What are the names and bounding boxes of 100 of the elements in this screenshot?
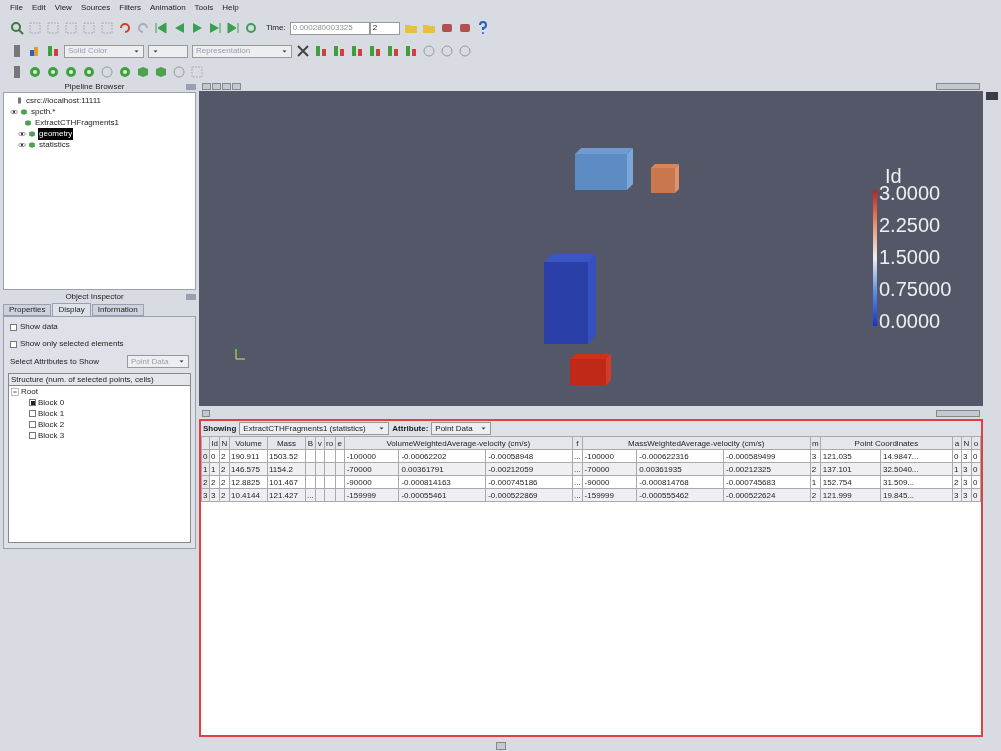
table-cell: 32.5040... [880,462,953,476]
table-cell: 152.754 [820,475,881,489]
tree-item[interactable]: Block 1 [38,407,65,420]
table-cell: ... [572,462,583,476]
tree-item[interactable]: Block 2 [38,418,65,431]
column-header[interactable]: o [971,436,981,450]
table-cell: 121.035 [820,449,881,463]
table-cell: 0 [971,449,981,463]
column-header[interactable]: v [315,436,325,450]
table-cell: 10.4144 [229,488,268,502]
table-cell: -0.000622316 [636,449,724,463]
table-cell: -0.000745683 [723,475,811,489]
column-header[interactable]: Id [209,436,220,450]
table-cell: -0.000814163 [398,475,486,489]
table-cell: ... [572,449,583,463]
menu-item[interactable]: View [54,2,72,14]
table-cell: -159999 [344,488,399,502]
row-header: 2 [201,475,210,489]
pipeline-item[interactable]: ExtractCTHFragments1 [34,116,121,129]
table-cell: ... [572,488,583,502]
menu-item[interactable]: Help [222,2,239,14]
table-cell: 1154.2 [267,462,306,476]
menu-item[interactable]: Filters [119,2,142,14]
menu-item[interactable]: Edit [31,2,46,14]
time-field[interactable]: 0.000280003325 [289,21,370,35]
table-cell: 2 [952,475,962,489]
tree-item[interactable]: Block 0 [38,396,65,409]
table-cell: -100000 [582,449,637,463]
pipeline-item[interactable]: spcth.* [30,105,57,118]
tree-item[interactable]: Block 3 [38,429,65,442]
source-dropdown[interactable]: ExtractCTHFragments1 (statistics) [239,422,390,435]
pipeline-item[interactable]: csrc://localhost:11111 [25,94,102,107]
table-cell: 0 [971,488,981,502]
column-header[interactable]: MassWeightedAverage-velocity (cm/s) [582,436,811,450]
table-cell: 0.00361791 [398,462,486,476]
table-cell: 14.9847... [880,449,953,463]
table-cell: 0 [952,449,962,463]
table-cell: 2 [209,475,220,489]
table-cell: 3 [961,462,972,476]
pipeline-item[interactable]: statistics [38,138,71,151]
column-header[interactable]: a [952,436,962,450]
column-header[interactable]: f [572,436,583,450]
option-label: Show data [20,321,58,333]
attribute-dropdown[interactable]: Point Data [431,422,492,435]
table-cell: 0 [209,449,220,463]
table-cell: ... [572,475,583,489]
column-header[interactable]: m [810,436,821,450]
table-cell: 3 [961,475,972,489]
column-header[interactable]: B [305,436,316,450]
column-header[interactable]: Mass [267,436,306,450]
column-header: Structure (num. of selected points, cells) [9,374,190,386]
table-cell: -90000 [344,475,399,489]
table-cell: -100000 [344,449,399,463]
table-cell: -0.000745186 [485,475,573,489]
table-cell: 2 [219,475,230,489]
menu-item[interactable]: File [10,2,23,14]
table-cell: -159999 [582,488,637,502]
tab[interactable]: Information [91,304,144,316]
table-cell: -0.00062202 [398,449,486,463]
menu-item[interactable]: Tools [194,2,214,14]
table-cell: 190.911 [229,449,268,463]
table-cell: 1503.52 [267,449,306,463]
pipeline-item[interactable]: geometry [38,127,74,140]
table-cell: 137.101 [820,462,881,476]
legend-label: 0.75000 [879,278,952,300]
column-header[interactable]: ro [324,436,336,450]
menu-item[interactable]: Sources [80,2,111,14]
menu-item[interactable]: Animation [150,2,186,14]
table-cell: -70000 [582,462,637,476]
tree-item[interactable]: Root [21,385,38,398]
table-cell: 3 [952,488,962,502]
table-cell: -70000 [344,462,399,476]
table-cell: ... [305,488,316,502]
table-cell: 2 [219,449,230,463]
table-cell: -0.00212325 [723,462,811,476]
table-cell: -0.000522869 [485,488,573,502]
column-header[interactable]: e [335,436,345,450]
column-header[interactable]: VolumeWeightedAverage-velocity (cm/s) [344,436,573,450]
time-label: Time: [266,22,286,34]
table-cell: 31.509... [880,475,953,489]
tab[interactable]: Properties [3,304,52,316]
tab[interactable]: Display [52,303,91,316]
time-step-spinbox[interactable]: 2 [369,21,400,35]
column-header[interactable]: N [961,436,972,450]
table-cell: 2 [810,462,821,476]
table-cell: -0.000555462 [636,488,724,502]
column-header[interactable]: N [219,436,230,450]
table-cell: 121.999 [820,488,881,502]
table-cell: -0.00055461 [398,488,486,502]
column-header[interactable]: Volume [229,436,268,450]
panel-title: Object Inspector [64,292,125,302]
row-header: 1 [201,462,210,476]
column-header[interactable]: Point Coordinates [820,436,953,450]
row-header: 3 [201,488,210,502]
table-cell: 0.00361935 [636,462,724,476]
table-cell: 12.8825 [229,475,268,489]
table-cell: 3 [810,449,821,463]
legend-label: 1.5000 [879,246,942,268]
row-header: 0 [201,449,210,463]
table-cell: 3 [961,488,972,502]
